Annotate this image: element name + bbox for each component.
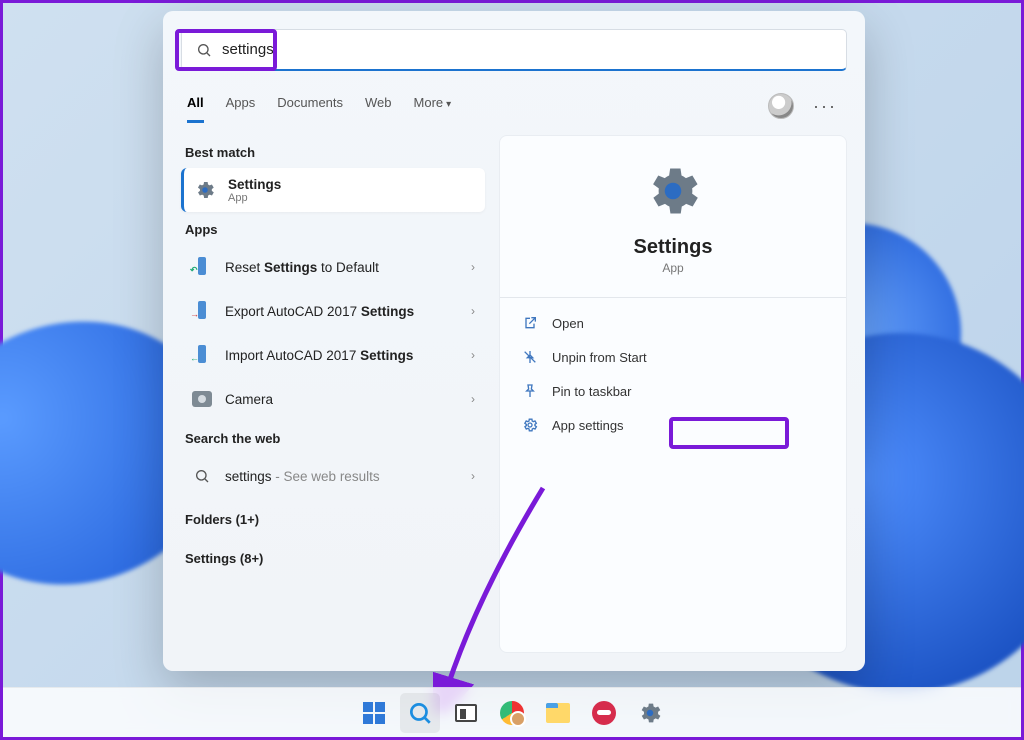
action-label: Open [552, 316, 584, 331]
result-export-autocad[interactable]: → Export AutoCAD 2017 Settings › [181, 289, 485, 333]
chrome-icon [500, 701, 524, 725]
action-app-settings[interactable]: App settings [514, 408, 832, 442]
results-column: Best match Settings App Apps ↶ Reset Set… [181, 135, 485, 653]
taskview-icon [455, 704, 477, 722]
open-icon [522, 315, 538, 331]
action-label: Pin to taskbar [552, 384, 632, 399]
search-icon [196, 42, 212, 58]
tab-apps[interactable]: Apps [226, 89, 256, 123]
gear-icon [637, 700, 663, 726]
camera-icon [191, 388, 213, 410]
details-panel: Settings App Open Unpin from Start Pin t… [499, 135, 847, 653]
section-folders[interactable]: Folders (1+) [185, 512, 481, 527]
chevron-down-icon: ▾ [446, 99, 451, 110]
action-label: App settings [552, 418, 624, 433]
gear-icon [194, 179, 216, 201]
taskbar-explorer-button[interactable] [538, 693, 578, 733]
autocad-icon: → [191, 300, 213, 322]
windows-icon [363, 702, 385, 724]
section-web: Search the web [185, 431, 481, 446]
tab-all[interactable]: All [187, 89, 204, 123]
result-title: Settings [228, 177, 281, 192]
taskbar [3, 687, 1021, 737]
chevron-right-icon: › [471, 392, 475, 406]
user-avatar[interactable] [768, 93, 794, 119]
action-label: Unpin from Start [552, 350, 647, 365]
taskbar-start-button[interactable] [354, 693, 394, 733]
result-camera[interactable]: Camera › [181, 377, 485, 421]
app-icon [592, 701, 616, 725]
gear-icon [514, 160, 832, 222]
action-unpin-start[interactable]: Unpin from Start [514, 340, 832, 374]
details-app-name: Settings [514, 236, 832, 259]
pin-icon [522, 383, 538, 399]
tab-more[interactable]: More▾ [414, 89, 452, 123]
chevron-right-icon: › [471, 348, 475, 362]
result-settings-app[interactable]: Settings App [181, 168, 485, 212]
details-app-type: App [514, 261, 832, 275]
divider [500, 297, 846, 298]
action-pin-taskbar[interactable]: Pin to taskbar [514, 374, 832, 408]
search-bar[interactable] [181, 29, 847, 71]
chevron-right-icon: › [471, 469, 475, 483]
chevron-right-icon: › [471, 260, 475, 274]
section-best-match: Best match [185, 145, 481, 160]
section-settings[interactable]: Settings (8+) [185, 551, 481, 566]
folder-icon [546, 703, 570, 723]
result-subtitle: App [228, 192, 475, 204]
search-input[interactable] [222, 41, 832, 58]
search-flyout: All Apps Documents Web More▾ ··· Best ma… [163, 11, 865, 671]
tab-documents[interactable]: Documents [277, 89, 343, 123]
more-options-button[interactable]: ··· [809, 96, 841, 117]
tab-web[interactable]: Web [365, 89, 392, 123]
search-icon [191, 465, 213, 487]
taskbar-search-button[interactable] [400, 693, 440, 733]
taskbar-taskview-button[interactable] [446, 693, 486, 733]
unpin-icon [522, 349, 538, 365]
taskbar-app-button[interactable] [584, 693, 624, 733]
taskbar-chrome-button[interactable] [492, 693, 532, 733]
autocad-icon: ↶ [191, 256, 213, 278]
search-tabs: All Apps Documents Web More▾ ··· [181, 89, 847, 123]
section-apps: Apps [185, 222, 481, 237]
gear-icon [522, 417, 538, 433]
result-reset-settings[interactable]: ↶ Reset Settings to Default › [181, 245, 485, 289]
action-open[interactable]: Open [514, 306, 832, 340]
autocad-icon: ← [191, 344, 213, 366]
taskbar-settings-button[interactable] [630, 693, 670, 733]
result-web-search[interactable]: settings - See web results › [181, 454, 485, 498]
result-import-autocad[interactable]: ← Import AutoCAD 2017 Settings › [181, 333, 485, 377]
chevron-right-icon: › [471, 304, 475, 318]
search-icon [407, 700, 433, 726]
